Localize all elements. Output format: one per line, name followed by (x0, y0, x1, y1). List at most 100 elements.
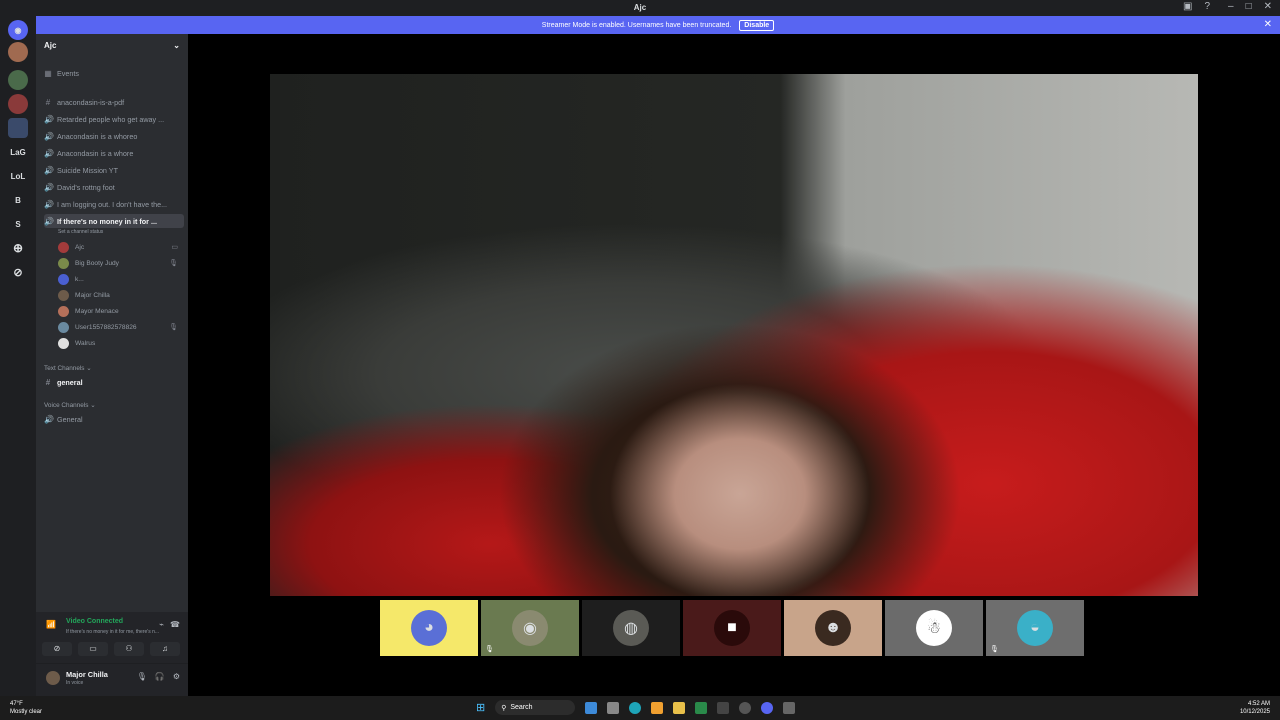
disconnect-icon[interactable]: ☎ (170, 620, 180, 629)
add-server-icon[interactable]: ⊕ (8, 238, 28, 258)
weather-widget[interactable]: 47°F Mostly clear (10, 700, 42, 716)
close-banner-icon[interactable]: ✕ (1264, 19, 1272, 30)
muted-mic-icon: 🎙 (990, 646, 999, 653)
title-bar: Ajc ▣ ? – □ ✕ (0, 0, 1280, 16)
participant-tile[interactable]: ◕ (380, 600, 478, 656)
category-text-channels[interactable]: Text Channels ⌄ (44, 364, 92, 372)
server-header[interactable]: Ajc ⌄ (36, 34, 188, 58)
focused-video-stream[interactable] (270, 74, 1198, 596)
settings-icon[interactable] (783, 701, 796, 714)
channel-item[interactable]: 🔊 Anacondasin is a whore (44, 146, 184, 160)
server-lol[interactable]: LoL (8, 166, 28, 186)
gear-icon[interactable]: ⚙ (173, 672, 180, 681)
server-icon[interactable] (8, 94, 28, 114)
participant-tiles: ◕ ◉ 🎙 ◍ ■ ☻ ☃ ◒ 🎙 (380, 600, 1084, 656)
events-item[interactable]: ▦ Events (44, 66, 184, 80)
clock[interactable]: 4:52 AM 10/12/2025 (1240, 700, 1270, 716)
server-name: Ajc (44, 41, 57, 50)
channel-item-active[interactable]: 🔊 If there's no money in it for ... (44, 214, 184, 228)
voice-member[interactable]: k... (58, 272, 182, 286)
inbox-icon[interactable]: ▣ (1183, 1, 1192, 12)
window-title: Ajc (633, 3, 647, 12)
landscape-app-icon[interactable] (585, 701, 598, 714)
minimize-button[interactable]: – (1228, 1, 1234, 12)
help-icon[interactable]: ? (1204, 1, 1210, 12)
avatar (58, 305, 69, 317)
soundboard-button[interactable]: ♫ (150, 642, 180, 656)
channel-item[interactable]: 🔊 Anacondasin is a whoreo (44, 129, 184, 143)
app-icon[interactable] (717, 701, 730, 714)
avatar (58, 289, 69, 301)
disable-button[interactable]: Disable (739, 19, 775, 31)
server-lag[interactable]: LaG (8, 142, 28, 162)
activity-button[interactable]: ⚇ (114, 642, 144, 656)
voice-status-title[interactable]: Video Connected (66, 618, 123, 625)
channel-item[interactable]: 🔊 Retarded people who get away ... (44, 112, 184, 126)
participant-tile[interactable]: ◒ 🎙 (986, 600, 1084, 656)
microphone-icon[interactable]: 🎙 (137, 672, 147, 681)
camera-off-button[interactable]: ⊘ (42, 642, 72, 656)
avatar: ◉ (512, 610, 548, 646)
speaker-icon: 🔊 (44, 414, 54, 424)
store-icon[interactable] (695, 701, 708, 714)
voice-member[interactable]: Big Booty Judy 🎙 (58, 256, 182, 270)
headphones-icon[interactable]: 🎧 (155, 672, 165, 681)
participant-tile[interactable]: ☃ (885, 600, 983, 656)
voice-member[interactable]: Walrus (58, 336, 182, 350)
channel-item[interactable]: 🔊 Suicide Mission YT (44, 163, 184, 177)
server-icon[interactable] (8, 118, 28, 138)
category-voice-channels[interactable]: Voice Channels ⌄ (44, 401, 96, 409)
voice-status-subtitle[interactable]: If there's no money in it for me, there'… (66, 629, 171, 635)
streamer-mode-banner: Streamer Mode is enabled. Usernames have… (36, 16, 1280, 34)
server-icon[interactable] (8, 70, 28, 90)
avatar: ☃ (916, 610, 952, 646)
channel-sidebar: Ajc ⌄ ▦ Events # anacondasin-is-a-pdf 🔊 … (36, 34, 188, 696)
channel-general-voice[interactable]: 🔊 General (44, 412, 184, 426)
server-b[interactable]: B (8, 190, 28, 210)
app-icon[interactable] (651, 701, 664, 714)
muted-mic-icon: 🎙 (169, 324, 178, 331)
channel-general-text[interactable]: # general (44, 375, 184, 389)
search-box[interactable]: ⚲ Search (495, 700, 576, 715)
file-explorer-icon[interactable] (673, 701, 686, 714)
app-icon[interactable] (739, 701, 752, 714)
speaker-icon: 🔊 (44, 216, 54, 226)
avatar (58, 321, 69, 333)
hashtag-icon: # (45, 377, 51, 387)
server-s[interactable]: S (8, 214, 28, 234)
avatar[interactable] (46, 671, 60, 685)
os-taskbar: 47°F Mostly clear ⊞ ⚲ Search 4:52 AM 10/… (0, 696, 1280, 720)
screen-share-button[interactable]: ▭ (78, 642, 108, 656)
username[interactable]: Major Chilla (66, 670, 108, 679)
voice-member[interactable]: Major Chilla (58, 288, 182, 302)
participant-tile[interactable]: ◉ 🎙 (481, 600, 579, 656)
start-icon[interactable]: ⊞ (476, 701, 485, 714)
task-view-icon[interactable] (607, 701, 620, 714)
hashtag-icon: # (45, 97, 51, 107)
channel-status[interactable]: Set a channel status (58, 229, 103, 235)
voice-stage: ◕ ◉ 🎙 ◍ ■ ☻ ☃ ◒ 🎙 (188, 34, 1280, 696)
video-icon: ▭ (171, 244, 178, 251)
discord-icon[interactable] (761, 701, 774, 714)
channel-item[interactable]: 🔊 David's rottng foot (44, 180, 184, 194)
maximize-button[interactable]: □ (1246, 1, 1252, 12)
channel-item[interactable]: 🔊 I am logging out. I don't have the... (44, 197, 184, 211)
participant-tile[interactable]: ◍ (582, 600, 680, 656)
discord-home-icon[interactable]: ◉ (8, 20, 28, 40)
participant-tile[interactable]: ☻ (784, 600, 882, 656)
voice-member[interactable]: Mayor Menace (58, 304, 182, 318)
close-window-button[interactable]: ✕ (1264, 1, 1272, 12)
voice-member[interactable]: Ajc ▭ (58, 240, 182, 254)
voice-member[interactable]: User1557882578826 🎙 (58, 320, 182, 334)
server-icon[interactable] (8, 42, 28, 62)
server-list: ◉ LaG LoL B S ⊕ ⊘ (0, 16, 36, 696)
participant-tile[interactable]: ■ (683, 600, 781, 656)
edge-icon[interactable] (629, 701, 642, 714)
channel-item[interactable]: # anacondasin-is-a-pdf (44, 95, 184, 109)
search-icon: ⚲ (501, 704, 507, 712)
explore-icon[interactable]: ⊘ (8, 262, 28, 282)
noise-suppression-icon[interactable]: ⌁ (159, 620, 164, 629)
avatar: ◕ (411, 610, 447, 646)
speaker-icon: 🔊 (44, 199, 54, 209)
speaker-icon: 🔊 (44, 165, 54, 175)
